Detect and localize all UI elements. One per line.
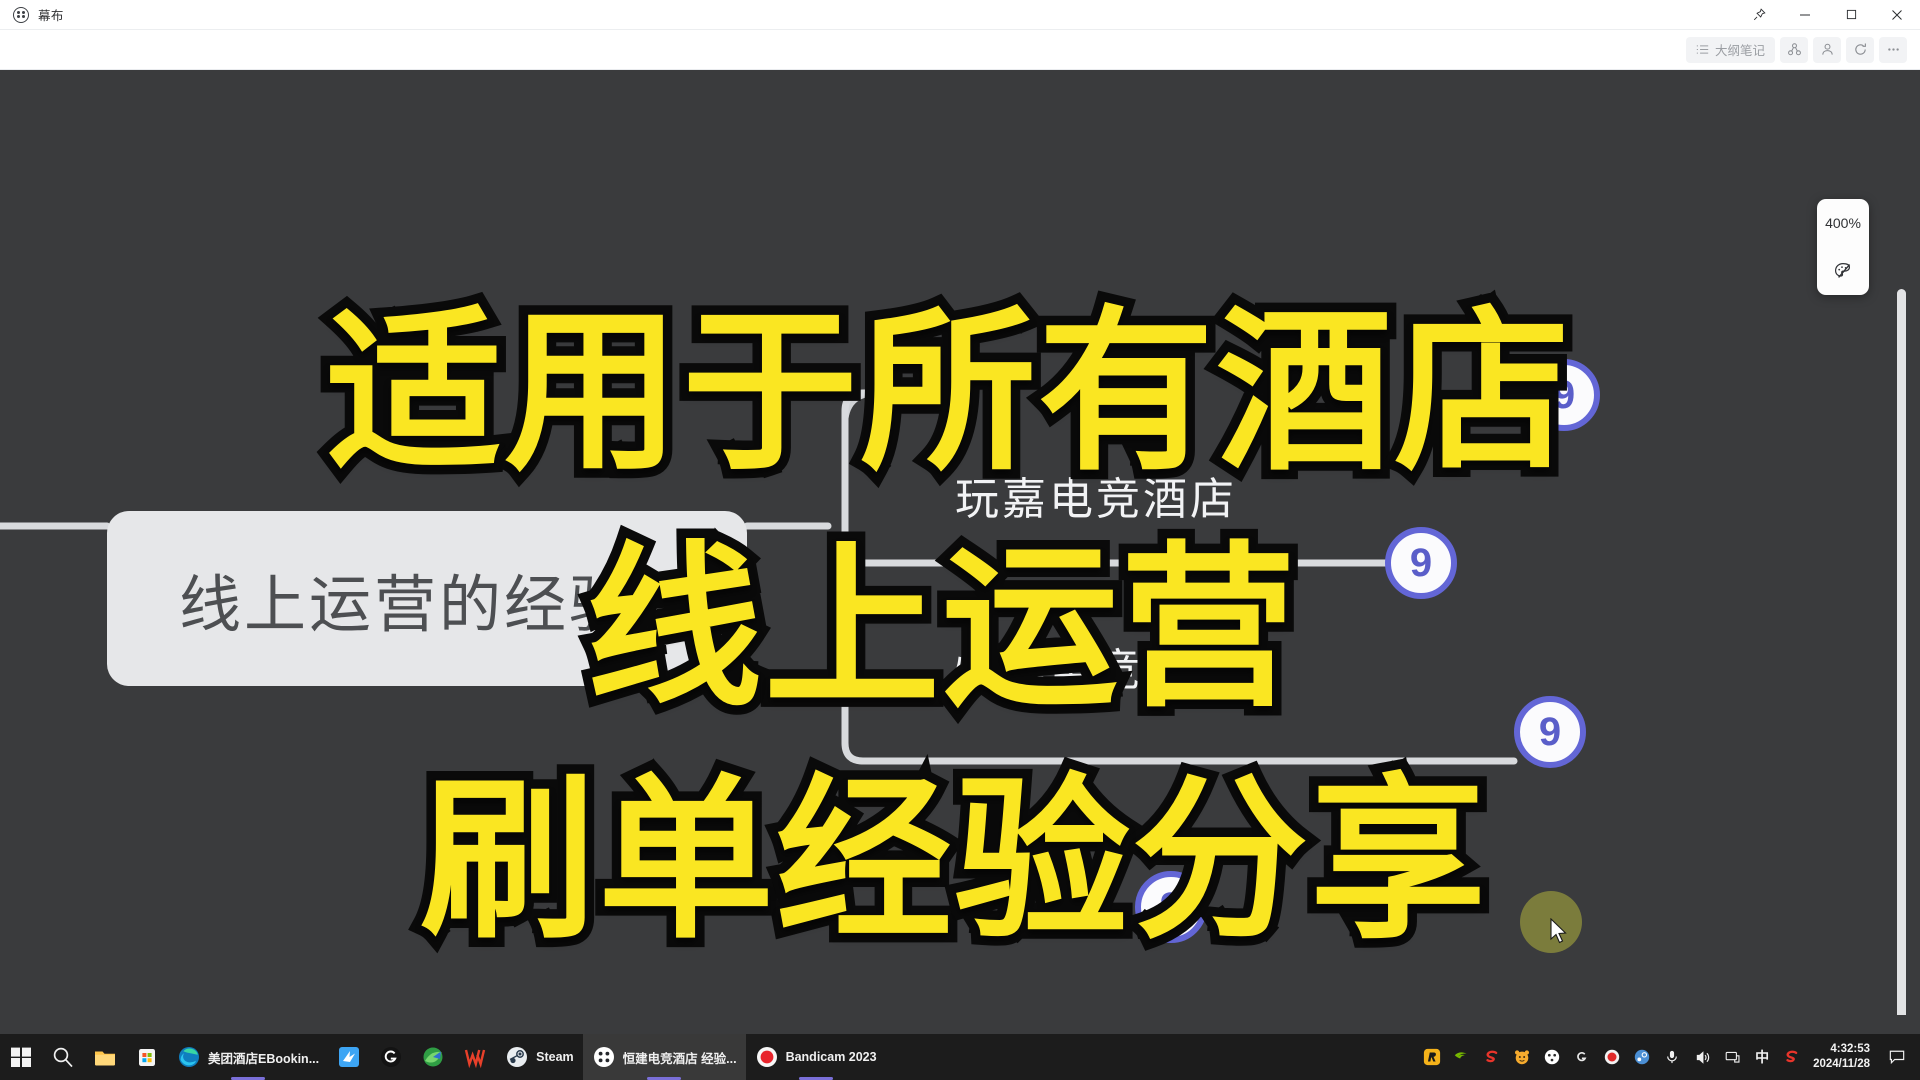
taskbar-item-wps-office[interactable] [454,1034,496,1080]
pin-icon[interactable] [1736,0,1782,30]
bandicam-record-icon[interactable] [1597,1034,1627,1080]
volume-icon[interactable] [1687,1034,1717,1080]
logitech-icon[interactable] [1567,1034,1597,1080]
window-controls [1736,0,1920,30]
taskbar-item-steam[interactable]: Steam [496,1034,583,1080]
zoom-control-panel: 400% [1817,199,1869,295]
application-window: 幕布 大纲笔记 线上运营的经验 玩嘉电竞酒店 恒建电竞酒店 9 9 9 9 适用… [0,0,1920,1080]
title-bar-left: 幕布 [0,5,64,24]
minimize-icon[interactable] [1782,0,1828,30]
taskbar-clock[interactable]: 4:32:53 2024/11/28 [1807,1042,1880,1072]
search-icon[interactable] [42,1034,84,1080]
mindmap-count-badge[interactable]: 9 [1385,527,1457,599]
nvidia-icon[interactable] [1447,1034,1477,1080]
mouse-cursor [1550,918,1567,944]
badge-count: 9 [1538,709,1562,754]
palette-icon[interactable] [1817,247,1869,295]
list-icon [1696,45,1709,54]
mubu-dots-icon [13,6,29,23]
system-tray: 中 4:32:53 2024/11/28 [1417,1034,1920,1080]
rockstar-icon[interactable] [1417,1034,1447,1080]
taskbar-label: 恒建电竞酒店 经验... [622,1051,737,1066]
ellipsis-icon[interactable] [1879,36,1907,63]
taskbar-item-mubu[interactable]: 恒建电竞酒店 经验... [582,1034,746,1080]
windows-taskbar: 美团酒店EBookin... Steam 恒建电竞酒店 经验... Bandic… [0,1034,1920,1080]
maximize-icon[interactable] [1828,0,1874,30]
taskbar-item-bluebird-app[interactable] [328,1034,370,1080]
taskbar-item-logitech-g-hub[interactable] [370,1034,412,1080]
ime-label: 中 [1755,1049,1770,1065]
sogou-input-icon[interactable] [1477,1034,1507,1080]
user-icon[interactable] [1813,36,1841,63]
ime-indicator[interactable]: 中 [1747,1034,1777,1080]
outline-notes-button[interactable]: 大纲笔记 [1685,36,1775,63]
zoom-level-value[interactable]: 400% [1817,199,1869,247]
document-toolbar: 大纲笔记 [0,30,1920,70]
mindmap-root-label: 线上运营的经验 [179,570,635,640]
caption-line-2: 线上运营 [576,522,1305,737]
taskbar-item-microsoft-edge[interactable]: 美团酒店EBookin... [168,1034,328,1080]
taskbar-label: 美团酒店EBookin... [208,1051,320,1066]
badge-count: 9 [1409,540,1433,585]
caption-line-1: 适用于所有酒店 [316,286,1579,501]
windows-start-icon[interactable] [0,1034,42,1080]
xbox-icon[interactable] [1537,1034,1567,1080]
taskbar-label: Steam [536,1050,574,1064]
notification-icon[interactable] [1880,1034,1914,1080]
share-nodes-icon[interactable] [1780,36,1808,63]
close-icon[interactable] [1874,0,1920,30]
microphone-icon[interactable] [1657,1034,1687,1080]
vertical-scrollbar[interactable] [1897,289,1906,1015]
clock-time: 4:32:53 [1830,1043,1870,1055]
sogou-pinyin-icon[interactable] [1777,1034,1807,1080]
taskbar-item-microsoft-store[interactable] [126,1034,168,1080]
clock-date: 2024/11/28 [1813,1058,1870,1070]
caption-line-3: 刷单经验分享 [410,754,1495,969]
app-title: 幕布 [38,9,64,23]
display-icon[interactable] [1717,1034,1747,1080]
steam-icon[interactable] [1627,1034,1657,1080]
mindmap-count-badge[interactable]: 9 [1514,696,1586,768]
taskbar-item-media-app[interactable] [412,1034,454,1080]
refresh-icon[interactable] [1846,36,1874,63]
taskbar-item-file-explorer[interactable] [84,1034,126,1080]
title-bar: 幕布 [0,0,1920,30]
tiger-icon[interactable] [1507,1034,1537,1080]
outline-notes-label: 大纲笔记 [1714,44,1765,58]
taskbar-item-bandicam[interactable]: Bandicam 2023 [746,1034,886,1080]
mindmap-canvas[interactable]: 线上运营的经验 玩嘉电竞酒店 恒建电竞酒店 9 9 9 9 适用于所有酒店 线上… [0,71,1920,1015]
taskbar-label: Bandicam 2023 [785,1050,877,1064]
